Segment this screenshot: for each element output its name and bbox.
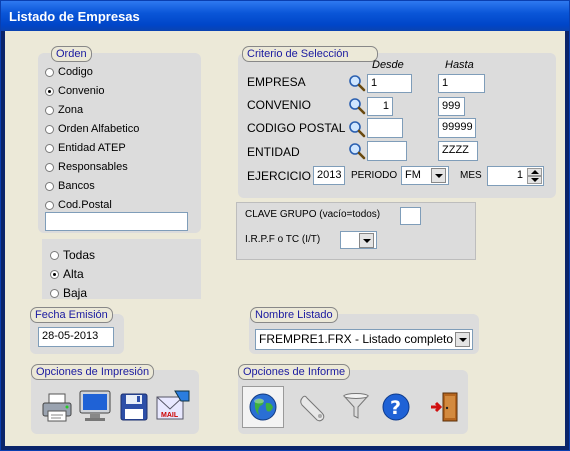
- hasta-header: Hasta: [445, 59, 474, 71]
- entidad-desde-input[interactable]: [367, 141, 407, 161]
- globe-button[interactable]: [242, 386, 284, 428]
- mes-spinner[interactable]: 1: [487, 166, 544, 186]
- radio-label: Convenio: [58, 85, 105, 97]
- radio-label: Todas: [63, 248, 96, 262]
- filter-icon[interactable]: [341, 392, 371, 422]
- codigo-postal-search-icon[interactable]: [348, 120, 366, 138]
- orden-legend: Orden: [51, 46, 92, 62]
- informe-legend: Opciones de Informe: [238, 364, 351, 380]
- radio-button[interactable]: [45, 105, 54, 115]
- listado-legend: Nombre Listado: [250, 307, 338, 323]
- orden-option-convenio[interactable]: Convenio: [45, 85, 104, 97]
- radio-button[interactable]: [45, 124, 54, 134]
- entidad-search-icon[interactable]: [348, 142, 366, 160]
- radio-button[interactable]: [50, 269, 59, 279]
- mes-label: MES: [460, 170, 482, 181]
- chevron-down-icon[interactable]: [359, 233, 374, 248]
- empresa-hasta-input[interactable]: 1: [438, 74, 485, 93]
- orden-option-cod-postal[interactable]: Cod.Postal: [45, 199, 112, 211]
- orden-text-field[interactable]: [45, 212, 188, 231]
- main-window: Listado de Empresas Orden Codigo Conveni…: [0, 0, 570, 451]
- radio-button[interactable]: [50, 288, 59, 298]
- empresa-search-icon[interactable]: [348, 74, 366, 92]
- help-icon[interactable]: ?: [381, 392, 411, 422]
- radio-button[interactable]: [45, 86, 54, 96]
- orden-option-codigo[interactable]: Codigo: [45, 66, 93, 78]
- estado-option-todas[interactable]: Todas: [50, 248, 95, 262]
- radio-label: Zona: [58, 104, 84, 116]
- printer-icon[interactable]: [41, 391, 73, 423]
- entidad-label: ENTIDAD: [247, 145, 300, 159]
- monitor-icon[interactable]: [78, 389, 112, 423]
- radio-button[interactable]: [45, 67, 54, 77]
- radio-label: Bancos: [58, 180, 95, 192]
- orden-option-bancos[interactable]: Bancos: [45, 180, 95, 192]
- wrench-icon[interactable]: [297, 393, 327, 423]
- fecha-legend: Fecha Emisión: [30, 307, 113, 323]
- orden-option-alfabetico[interactable]: Orden Alfabetico: [45, 123, 139, 135]
- impresion-legend: Opciones de Impresión: [31, 364, 155, 380]
- convenio-search-icon[interactable]: [348, 97, 366, 115]
- spin-down-button[interactable]: [527, 176, 542, 184]
- convenio-label: CONVENIO: [247, 98, 312, 112]
- title-bar[interactable]: Listado de Empresas: [1, 1, 569, 31]
- svg-text:MAIL: MAIL: [161, 412, 179, 419]
- mail-icon[interactable]: MAIL: [155, 387, 191, 423]
- periodo-select[interactable]: FM: [401, 166, 449, 185]
- orden-option-entidad-atep[interactable]: Entidad ATEP: [45, 142, 126, 154]
- estado-option-baja[interactable]: Baja: [50, 286, 87, 300]
- estado-option-alta[interactable]: Alta: [50, 267, 84, 281]
- radio-label: Codigo: [58, 66, 93, 78]
- empresa-desde-input[interactable]: 1: [367, 74, 412, 93]
- clave-grupo-label: CLAVE GRUPO (vacío=todos): [245, 209, 381, 220]
- floppy-disk-icon[interactable]: [120, 393, 148, 421]
- codigo-postal-hasta-input[interactable]: 99999: [438, 118, 476, 138]
- chevron-down-icon[interactable]: [455, 332, 470, 347]
- desde-header: Desde: [372, 59, 404, 71]
- nombre-listado-value: FREMPRE1.FRX - Listado completo: [259, 332, 454, 346]
- window-title: Listado de Empresas: [9, 9, 140, 24]
- convenio-hasta-input[interactable]: 999: [438, 97, 465, 116]
- nombre-listado-select[interactable]: FREMPRE1.FRX - Listado completo: [255, 329, 473, 350]
- radio-button[interactable]: [45, 162, 54, 172]
- globe-icon: [249, 393, 277, 421]
- radio-label: Orden Alfabetico: [58, 123, 140, 135]
- irpf-select[interactable]: [340, 231, 377, 249]
- arrow-down-icon: [531, 178, 539, 182]
- radio-button[interactable]: [45, 200, 54, 210]
- fecha-emision-input[interactable]: 28-05-2013: [38, 327, 114, 347]
- convenio-desde-input[interactable]: 1: [367, 97, 393, 116]
- entidad-hasta-input[interactable]: ZZZZ: [438, 141, 478, 161]
- periodo-value: FM: [405, 169, 421, 181]
- clave-grupo-input[interactable]: [400, 207, 421, 225]
- chevron-down-icon[interactable]: [431, 168, 446, 183]
- empresa-label: EMPRESA: [247, 75, 306, 89]
- exit-door-icon[interactable]: [429, 391, 461, 423]
- radio-label: Alta: [63, 267, 84, 281]
- client-area: Orden Codigo Convenio Zona Orden Alfabet…: [5, 31, 565, 446]
- radio-label: Responsables: [58, 161, 128, 173]
- irpf-label: I.R.P.F o TC (I/T): [245, 234, 321, 245]
- spin-up-button[interactable]: [527, 168, 542, 176]
- orden-option-responsables[interactable]: Responsables: [45, 161, 128, 173]
- radio-label: Cod.Postal: [58, 199, 112, 211]
- periodo-label: PERIODO: [351, 170, 398, 181]
- svg-text:?: ?: [390, 397, 401, 419]
- ejercicio-label: EJERCICIO: [247, 169, 312, 183]
- arrow-up-icon: [531, 170, 539, 174]
- codigo-postal-desde-input[interactable]: [367, 118, 403, 138]
- mes-value: 1: [516, 169, 523, 181]
- radio-button[interactable]: [50, 250, 59, 260]
- radio-label: Entidad ATEP: [58, 142, 126, 154]
- orden-option-zona[interactable]: Zona: [45, 104, 83, 116]
- codigo-postal-label: CODIGO POSTAL: [247, 121, 346, 135]
- radio-label: Baja: [63, 286, 88, 300]
- radio-button[interactable]: [45, 143, 54, 153]
- ejercicio-input[interactable]: 2013: [313, 166, 345, 185]
- criterio-legend: Criterio de Selección: [242, 46, 378, 62]
- radio-button[interactable]: [45, 181, 54, 191]
